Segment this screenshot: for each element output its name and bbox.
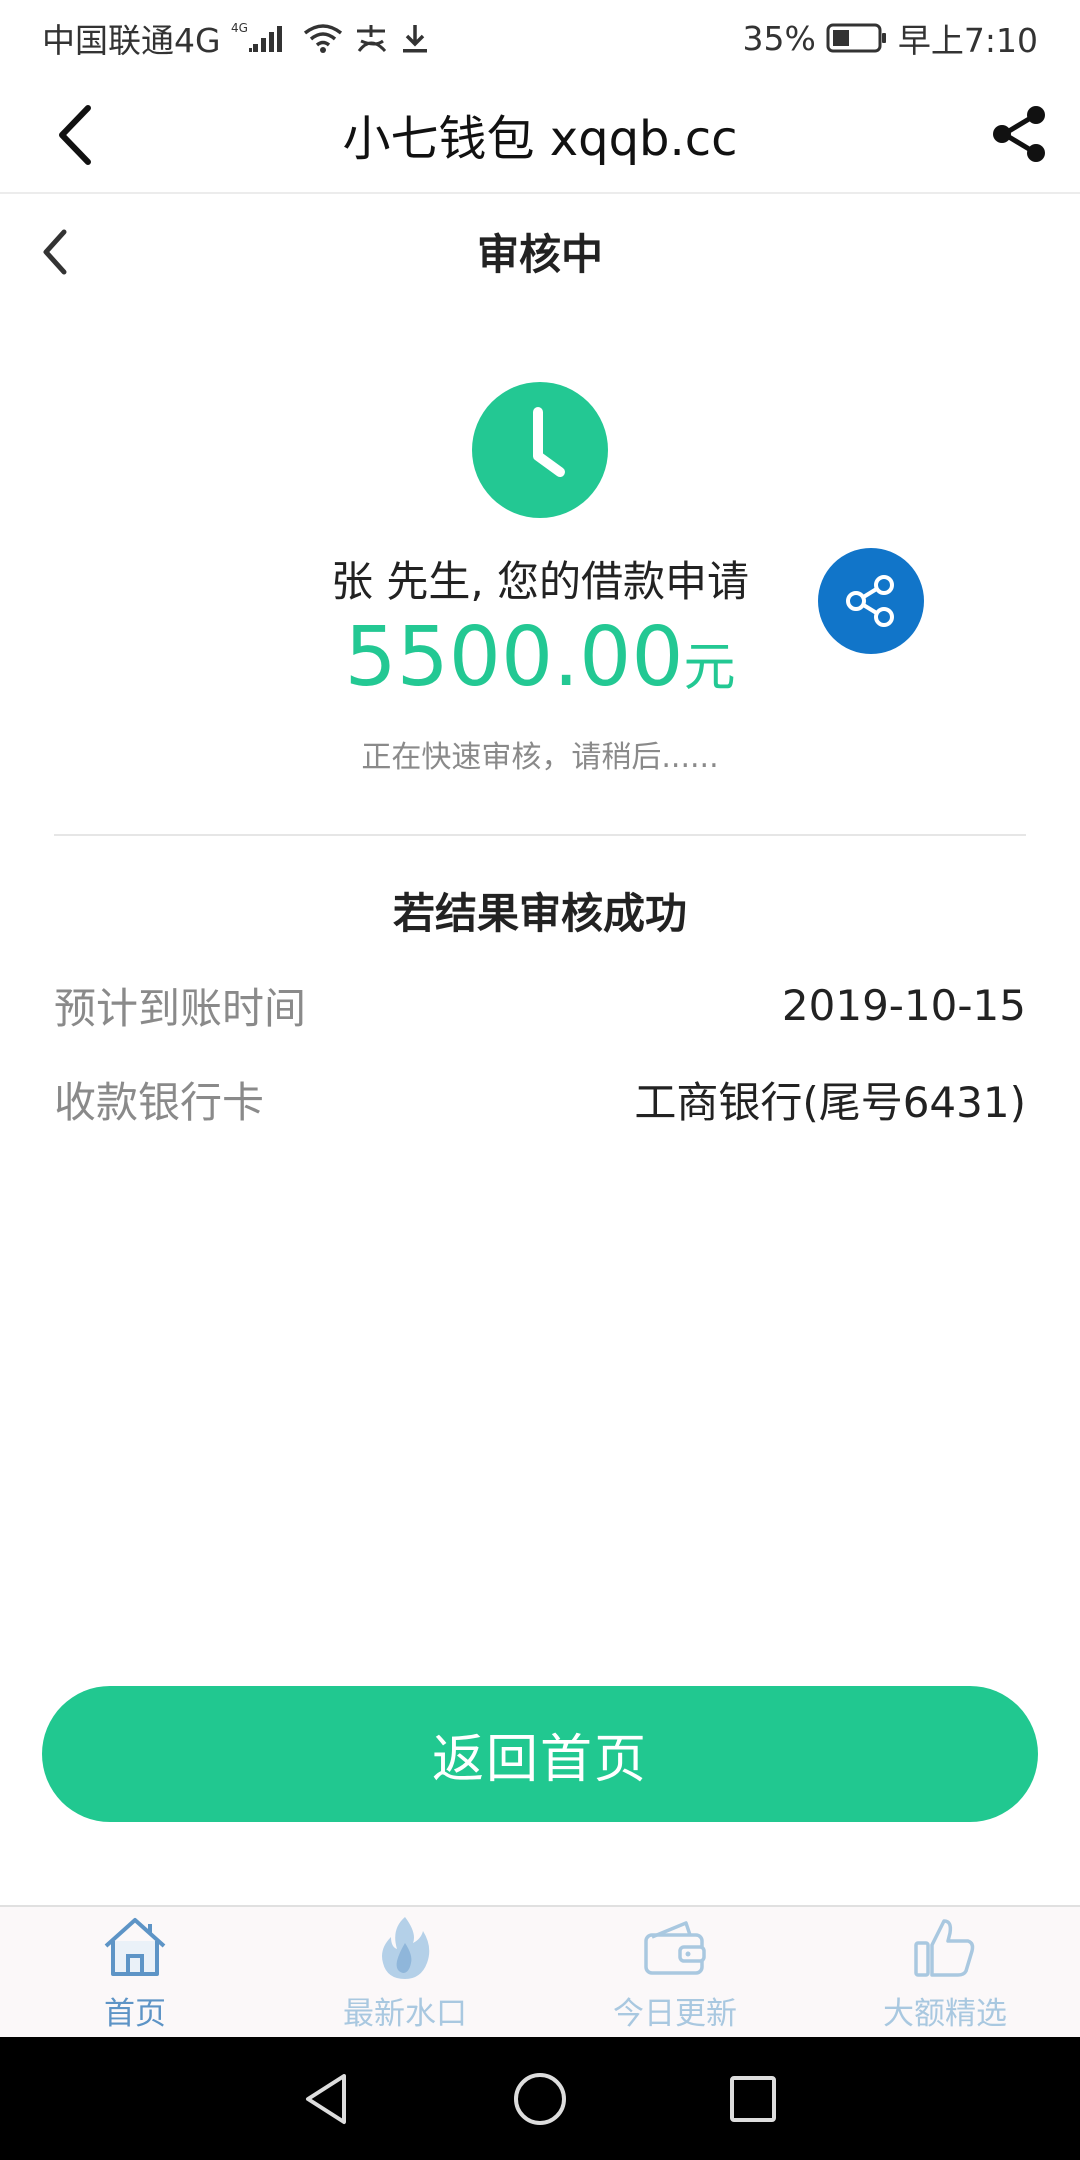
amount-value: 5500.00: [344, 610, 684, 705]
chevron-left-icon: [43, 229, 67, 275]
result-title: 若结果审核成功: [392, 889, 687, 938]
info-row-bank-card: 收款银行卡 工商银行(尾号6431): [54, 1069, 1026, 1130]
info-row-arrival-date: 预计到账时间 2019-10-15: [54, 975, 1026, 1036]
share-icon: [993, 106, 1045, 162]
net-badge: 4G: [231, 21, 248, 35]
sub-back-button[interactable]: [36, 224, 76, 280]
return-home-button[interactable]: 返回首页: [42, 1686, 1038, 1822]
divider: [54, 834, 1026, 836]
status-left: 中国联通4G 4G: [42, 14, 431, 62]
review-note: 正在快速审核，请稍后......: [361, 740, 719, 775]
alipay-icon: [353, 21, 389, 55]
tab-label: 最新水口: [343, 1995, 467, 2032]
battery-icon: [826, 22, 888, 54]
square-recents-icon: [730, 2075, 777, 2122]
system-nav-bar: [0, 2037, 1080, 2160]
tab-label: 今日更新: [613, 1995, 737, 2032]
bottom-tab-bar: 首页 最新水口 今日更新 大额精选: [0, 1905, 1080, 2037]
share-button[interactable]: [988, 102, 1052, 166]
app-header: 小七钱包 xqqb.cc: [0, 76, 1080, 194]
clock-icon: [472, 382, 608, 518]
chevron-left-icon: [59, 105, 91, 165]
share-icon: [846, 575, 894, 627]
tab-home[interactable]: 首页: [0, 1907, 270, 2037]
status-right: 35% 早上7:10: [743, 14, 1038, 62]
signal-icon: 4G: [231, 20, 293, 56]
sub-header: 审核中: [0, 196, 1080, 306]
triangle-back-icon: [305, 2073, 346, 2124]
nav-home-button[interactable]: [510, 2069, 570, 2129]
tab-latest[interactable]: 最新水口: [270, 1907, 540, 2037]
tab-large-amount[interactable]: 大额精选: [810, 1907, 1080, 2037]
status-bar: 中国联通4G 4G 35% 早上7:10: [0, 0, 1080, 76]
back-button[interactable]: [50, 100, 110, 170]
wallet-icon: [639, 1912, 711, 1982]
floating-share-button[interactable]: [818, 548, 924, 654]
tab-label: 大额精选: [883, 1995, 1007, 2032]
fire-icon: [369, 1912, 441, 1982]
clock-time: 早上7:10: [897, 21, 1038, 60]
nav-back-button[interactable]: [297, 2069, 357, 2129]
app-title: 小七钱包 xqqb.cc: [342, 111, 738, 167]
info-label: 收款银行卡: [54, 1078, 265, 1127]
info-value: 2019-10-15: [781, 981, 1026, 1030]
thumbs-up-icon: [909, 1912, 981, 1982]
info-label: 预计到账时间: [54, 984, 307, 1033]
tab-today[interactable]: 今日更新: [540, 1907, 810, 2037]
wifi-icon: [303, 21, 343, 55]
tab-label: 首页: [104, 1995, 166, 2032]
page-title: 审核中: [476, 229, 603, 279]
download-icon: [399, 21, 431, 55]
info-value: 工商银行(尾号6431): [634, 1078, 1026, 1127]
screen: 中国联通4G 4G 35% 早上7:10 小七钱包 xqqb.cc 审核中 张 …: [0, 0, 1080, 2160]
home-icon: [99, 1912, 171, 1982]
carrier-label: 中国联通4G: [42, 21, 221, 60]
battery-percent: 35%: [742, 18, 816, 58]
amount-unit: 元: [683, 638, 736, 698]
nav-recents-button[interactable]: [723, 2069, 783, 2129]
circle-home-icon: [513, 2072, 566, 2125]
